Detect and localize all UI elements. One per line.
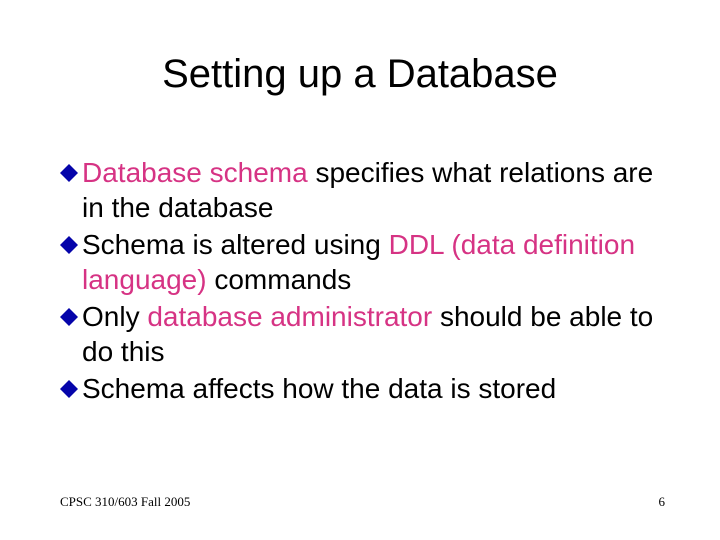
- footer-course: CPSC 310/603 Fall 2005: [60, 494, 190, 510]
- footer-page-number: 6: [659, 494, 666, 510]
- slide: Setting up a Database Database schema sp…: [0, 0, 720, 540]
- slide-title: Setting up a Database: [0, 52, 720, 97]
- diamond-bullet-icon: [60, 164, 78, 182]
- bullet-text: Only database administrator should be ab…: [82, 299, 665, 369]
- bullet-item: Schema is altered using DDL (data defini…: [60, 227, 665, 297]
- bullet-item: Schema affects how the data is stored: [60, 371, 665, 406]
- bullet-text: Schema is altered using DDL (data defini…: [82, 227, 665, 297]
- diamond-bullet-icon: [60, 380, 78, 398]
- diamond-bullet-icon: [60, 236, 78, 254]
- slide-body: Database schema specifies what relations…: [60, 155, 665, 408]
- bullet-text: Schema affects how the data is stored: [82, 371, 556, 406]
- bullet-item: Database schema specifies what relations…: [60, 155, 665, 225]
- diamond-bullet-icon: [60, 308, 78, 326]
- bullet-item: Only database administrator should be ab…: [60, 299, 665, 369]
- bullet-text: Database schema specifies what relations…: [82, 155, 665, 225]
